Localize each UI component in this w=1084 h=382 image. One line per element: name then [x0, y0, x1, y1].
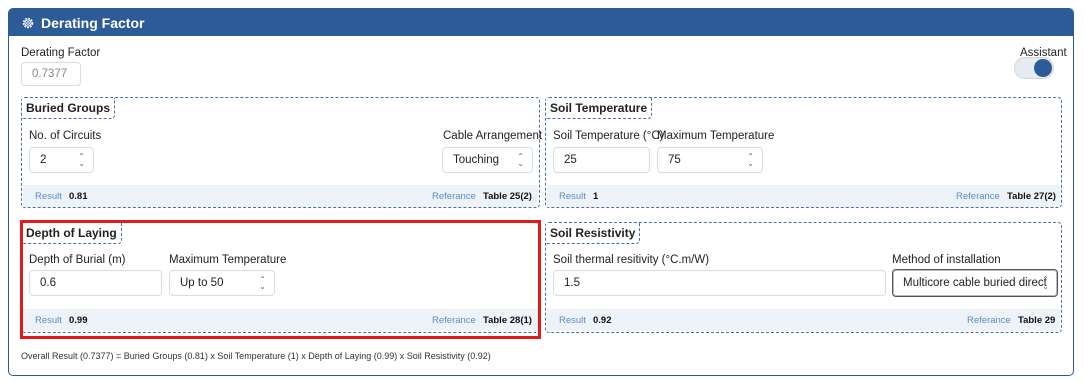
- soil-temp-label: Soil Temperature (°C): [553, 130, 664, 142]
- gear-icon: [22, 17, 34, 28]
- soil-temperature-group: Soil Temperature Soil Temperature (°C) 2…: [545, 97, 1062, 208]
- arrangement-select[interactable]: Touching ⌃ ⌄: [442, 147, 533, 173]
- result-value: 0.81: [69, 191, 88, 202]
- result-bar: Result 0.81 Referance Table 25(2): [23, 185, 538, 207]
- result-value: 1: [593, 191, 599, 202]
- panel-header: Derating Factor: [9, 9, 1073, 36]
- buried-groups-title: Buried Groups: [22, 98, 116, 119]
- reference-value: Table 29: [1018, 315, 1056, 326]
- derating-factor-label: Derating Factor: [21, 47, 101, 59]
- result-bar: Result 0.92 Referance Table 29: [547, 309, 1060, 331]
- chevron-updown-icon: ⌃ ⌄: [78, 152, 85, 168]
- derating-factor-value: 0.7377: [32, 68, 68, 80]
- derating-factor-field: 0.7377: [21, 62, 81, 86]
- result-label: Result: [559, 191, 586, 202]
- arrangement-value: Touching: [453, 154, 500, 166]
- chevron-updown-icon: ⌃ ⌄: [747, 152, 754, 168]
- result-value: 0.92: [593, 315, 612, 326]
- soil-resistivity-group: Soil Resistivity Soil thermal resitivity…: [545, 222, 1062, 333]
- soil-resistivity-title: Soil Resistivity: [546, 223, 641, 244]
- circuits-label: No. of Circuits: [29, 130, 102, 142]
- method-label: Method of installation: [892, 254, 1001, 266]
- depth-of-laying-highlight: [20, 220, 541, 339]
- result-label: Result: [559, 315, 586, 326]
- reference-label: Referance: [956, 191, 1000, 202]
- circuits-select[interactable]: 2 ⌃ ⌄: [29, 147, 94, 173]
- method-select[interactable]: Multicore cable buried direct ⌃ ⌄: [892, 269, 1058, 297]
- panel-title: Derating Factor: [41, 14, 145, 31]
- reference-value: Table 25(2): [483, 191, 532, 202]
- chevron-updown-icon: ⌃ ⌄: [1042, 275, 1049, 291]
- result-bar: Result 1 Referance Table 27(2): [547, 185, 1060, 207]
- reference-label: Referance: [967, 315, 1011, 326]
- chevron-updown-icon: ⌃ ⌄: [517, 152, 524, 168]
- reference-label: Referance: [432, 191, 476, 202]
- method-value: Multicore cable buried direct: [903, 277, 1047, 289]
- toggle-knob: [1034, 59, 1052, 77]
- max-temp-select[interactable]: 75 ⌃ ⌄: [657, 147, 763, 173]
- resistivity-input[interactable]: 1.5: [553, 270, 886, 296]
- overall-result-note: Overall Result (0.7377) = Buried Groups …: [21, 351, 491, 361]
- soil-temp-input[interactable]: 25: [553, 147, 650, 173]
- resistivity-label: Soil thermal resitivity (°C.m/W): [553, 254, 710, 266]
- reference-value: Table 27(2): [1007, 191, 1056, 202]
- assistant-toggle[interactable]: [1014, 57, 1054, 79]
- resistivity-value: 1.5: [564, 277, 580, 289]
- buried-groups-group: Buried Groups No. of Circuits 2 ⌃ ⌄ Cable…: [21, 97, 543, 208]
- arrangement-label: Cable Arrangement: [443, 130, 543, 142]
- max-temp-label: Maximum Temperature: [657, 130, 775, 142]
- soil-temperature-title: Soil Temperature: [546, 98, 653, 119]
- circuits-value: 2: [40, 154, 47, 166]
- result-label: Result: [35, 191, 62, 202]
- max-temp-value: 75: [668, 154, 681, 166]
- soil-temp-value: 25: [564, 154, 577, 166]
